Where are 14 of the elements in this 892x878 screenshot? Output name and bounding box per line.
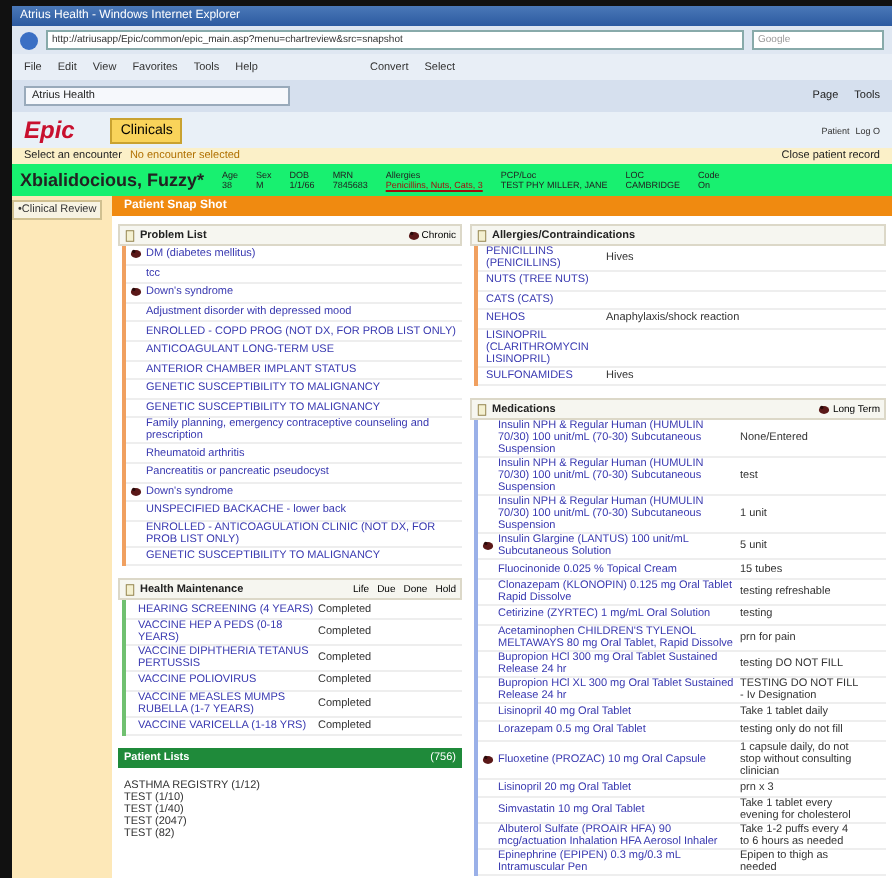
chronic-icon <box>130 485 142 498</box>
chronic-icon <box>407 229 420 241</box>
chronic-icon <box>130 248 142 261</box>
logo: Epic <box>24 116 75 144</box>
patient-name: Xbialidocious, Fuzzy* <box>20 170 205 190</box>
back-icon[interactable] <box>20 31 38 49</box>
document-icon <box>124 583 136 596</box>
chronic-icon <box>130 286 142 299</box>
chronic-icon <box>482 753 494 766</box>
chronic-icon <box>482 540 494 553</box>
document-icon <box>476 229 488 241</box>
document-icon <box>476 403 488 416</box>
document-icon <box>124 229 136 241</box>
chronic-icon <box>818 403 831 416</box>
